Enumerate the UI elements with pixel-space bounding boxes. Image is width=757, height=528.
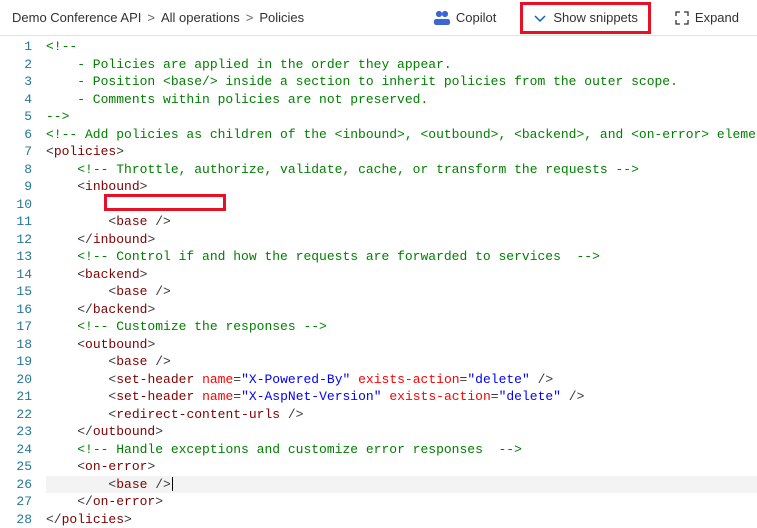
code-line[interactable]: <policies> [46,143,757,161]
line-number: 12 [0,231,32,249]
text-cursor [172,477,173,491]
line-number: 2 [0,56,32,74]
copilot-button[interactable]: Copilot [428,6,502,30]
code-editor[interactable]: 1234567891011121314151617181920212223242… [0,36,757,528]
code-line[interactable]: </on-error> [46,493,757,511]
code-line[interactable]: <!-- Control if and how the requests are… [46,248,757,266]
highlight-annotation [104,194,226,211]
code-line[interactable]: <backend> [46,266,757,284]
code-line[interactable]: <base /> [46,353,757,371]
breadcrumb-item-1[interactable]: All operations [161,10,240,25]
line-number: 13 [0,248,32,266]
line-number-gutter: 1234567891011121314151617181920212223242… [0,36,42,528]
expand-button[interactable]: Expand [669,6,745,29]
line-number: 5 [0,108,32,126]
line-number: 17 [0,318,32,336]
line-number: 11 [0,213,32,231]
breadcrumb-item-0[interactable]: Demo Conference API [12,10,141,25]
line-number: 3 [0,73,32,91]
line-number: 24 [0,441,32,459]
show-snippets-button[interactable]: Show snippets [520,2,651,34]
breadcrumb-item-2[interactable]: Policies [259,10,304,25]
code-line[interactable]: - Position <base/> inside a section to i… [46,73,757,91]
code-line[interactable]: <set-header name="X-AspNet-Version" exis… [46,388,757,406]
line-number: 14 [0,266,32,284]
toolbar: Copilot Show snippets Expand [428,2,745,34]
line-number: 9 [0,178,32,196]
line-number: 27 [0,493,32,511]
line-number: 23 [0,423,32,441]
line-number: 25 [0,458,32,476]
code-line[interactable]: <!-- Throttle, authorize, validate, cach… [46,161,757,179]
code-line[interactable]: <on-error> [46,458,757,476]
code-line[interactable]: <redirect-content-urls /> [46,406,757,424]
line-number: 8 [0,161,32,179]
code-line[interactable]: <outbound> [46,336,757,354]
copilot-label: Copilot [456,10,496,25]
code-line[interactable]: --> [46,108,757,126]
code-line[interactable]: </backend> [46,301,757,319]
code-line[interactable]: <!-- Handle exceptions and customize err… [46,441,757,459]
code-line[interactable]: <!-- Customize the responses --> [46,318,757,336]
code-line[interactable]: </inbound> [46,231,757,249]
line-number: 4 [0,91,32,109]
chevron-right-icon: > [246,10,254,25]
line-number: 18 [0,336,32,354]
code-area[interactable]: <!-- - Policies are applied in the order… [42,36,757,528]
code-line[interactable]: </outbound> [46,423,757,441]
line-number: 15 [0,283,32,301]
code-line[interactable]: <!-- [46,38,757,56]
chevron-right-icon: > [147,10,155,25]
code-line[interactable]: - Policies are applied in the order they… [46,56,757,74]
line-number: 10 [0,196,32,214]
line-number: 16 [0,301,32,319]
show-snippets-label: Show snippets [553,10,638,25]
expand-icon [675,11,689,25]
code-line[interactable]: <base /> [46,283,757,301]
line-number: 1 [0,38,32,56]
breadcrumb: Demo Conference API > All operations > P… [12,10,428,25]
line-number: 21 [0,388,32,406]
line-number: 20 [0,371,32,389]
copilot-icon [434,10,450,26]
line-number: 19 [0,353,32,371]
code-line[interactable]: <!-- Add policies as children of the <in… [46,126,757,144]
topbar: Demo Conference API > All operations > P… [0,0,757,36]
code-line[interactable]: </policies> [46,511,757,528]
line-number: 28 [0,511,32,528]
code-line[interactable]: <base /> [46,476,757,494]
code-line[interactable]: <set-header name="X-Powered-By" exists-a… [46,371,757,389]
line-number: 6 [0,126,32,144]
code-line[interactable]: <base /> [46,213,757,231]
line-number: 7 [0,143,32,161]
line-number: 26 [0,476,32,494]
expand-label: Expand [695,10,739,25]
line-number: 22 [0,406,32,424]
chevron-down-icon [533,11,547,25]
code-line[interactable]: - Comments within policies are not prese… [46,91,757,109]
